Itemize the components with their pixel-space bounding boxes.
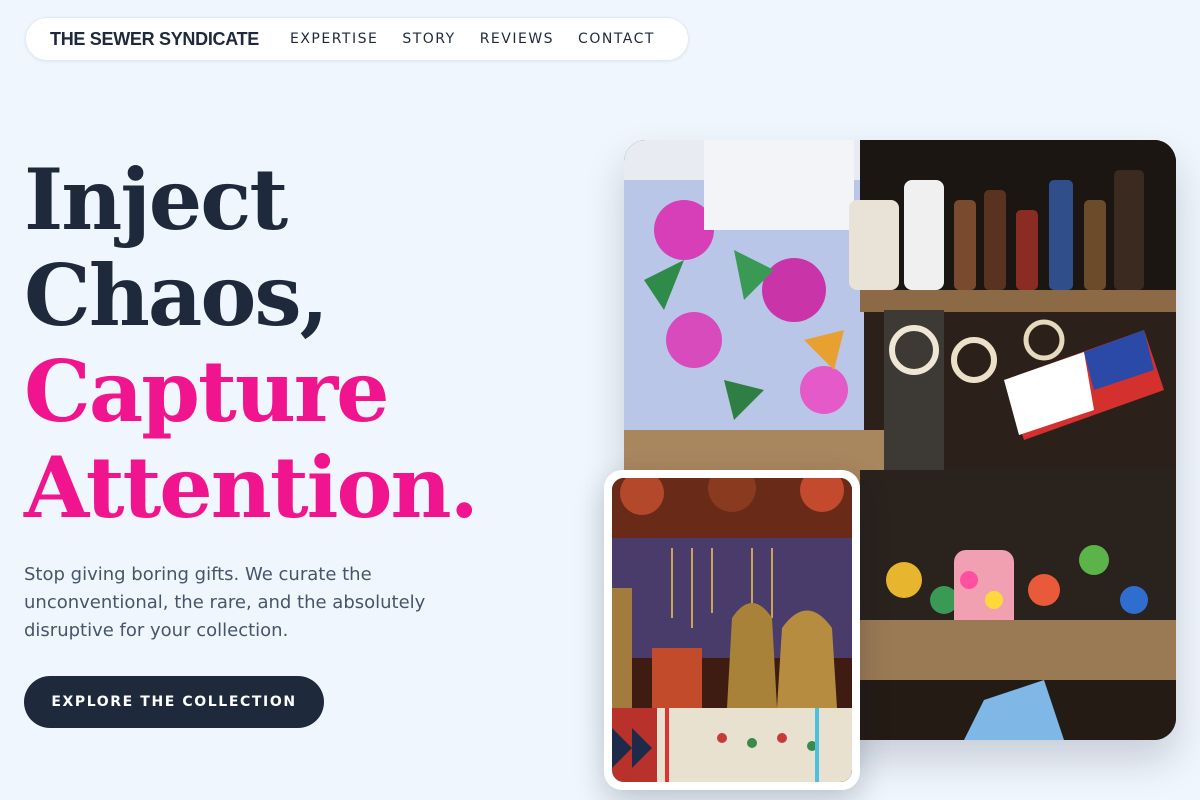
top-navigation: THE SEWER SYNDICATE EXPERTISE STORY REVI…	[25, 17, 689, 61]
nav-link-contact[interactable]: CONTACT	[578, 31, 655, 47]
nav-links: EXPERTISE STORY REVIEWS CONTACT	[290, 31, 655, 47]
hero-subtext: Stop giving boring gifts. We curate the …	[24, 564, 426, 641]
curio-shop-photo	[612, 478, 852, 782]
headline-line-inject: Inject	[24, 150, 288, 249]
nav-link-expertise[interactable]: EXPERTISE	[290, 31, 378, 47]
explore-collection-button[interactable]: EXPLORE THE COLLECTION	[24, 676, 324, 728]
headline-line-attention: Attention.	[24, 438, 479, 537]
hero-headline: Inject Chaos, Capture Attention.	[24, 150, 479, 537]
brand-logo-text[interactable]: THE SEWER SYNDICATE	[50, 29, 259, 50]
secondary-photo-frame	[604, 470, 860, 790]
curio-shop-illustration	[612, 478, 852, 782]
nav-link-story[interactable]: STORY	[402, 31, 455, 47]
headline-line-capture: Capture	[24, 342, 390, 441]
nav-link-reviews[interactable]: REVIEWS	[480, 31, 554, 47]
headline-line-chaos: Chaos,	[24, 246, 329, 345]
